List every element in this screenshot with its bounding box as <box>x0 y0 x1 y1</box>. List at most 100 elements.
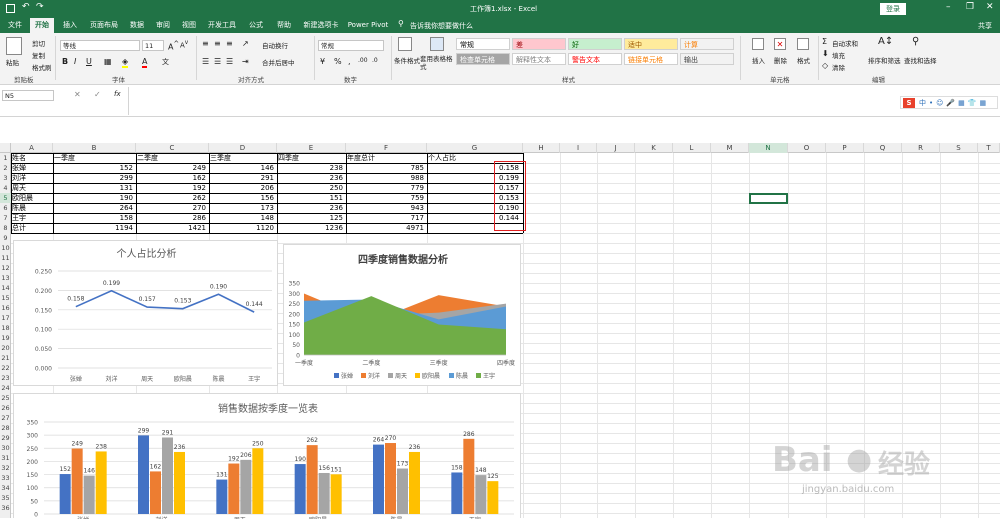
autosum-icon[interactable]: Σ <box>822 37 827 46</box>
column-header-J[interactable]: J <box>597 143 635 153</box>
percent-icon[interactable]: % <box>334 57 342 66</box>
share-button[interactable]: 共享 <box>978 21 992 31</box>
column-header-P[interactable]: P <box>826 143 864 153</box>
autosum-button[interactable]: 自动求和 <box>832 38 858 48</box>
column-header-S[interactable]: S <box>940 143 978 153</box>
increase-decimal-icon[interactable]: .00 <box>358 57 368 64</box>
row-header-9[interactable]: 9 <box>0 233 11 243</box>
column-header-K[interactable]: K <box>635 143 673 153</box>
header-cell[interactable]: 三季度 <box>210 153 276 163</box>
table-cell[interactable]: 236 <box>278 173 345 183</box>
column-header-A[interactable]: A <box>11 143 53 153</box>
row-header-23[interactable]: 23 <box>0 373 11 383</box>
cell-style-8[interactable]: 链接单元格 <box>624 53 678 65</box>
restore-icon[interactable]: ❐ <box>966 2 974 12</box>
align-top-icon[interactable]: ≡ <box>202 39 209 48</box>
row-header-2[interactable]: 2 <box>0 163 11 173</box>
copy-button[interactable]: 复制 <box>32 50 45 60</box>
table-cell[interactable]: 988 <box>347 173 426 183</box>
table-cell[interactable]: 4971 <box>347 223 426 233</box>
column-header-R[interactable]: R <box>902 143 940 153</box>
ime-icons[interactable]: 中•☺🎤▦👕▦ <box>919 98 989 108</box>
table-cell[interactable]: 236 <box>278 203 345 213</box>
row-header-7[interactable]: 7 <box>0 213 11 223</box>
table-cell[interactable]: 943 <box>347 203 426 213</box>
cell-style-2[interactable]: 好 <box>568 38 622 50</box>
name-box[interactable]: N5 <box>2 90 54 101</box>
row-header-12[interactable]: 12 <box>0 263 11 273</box>
table-cell[interactable]: 264 <box>54 203 135 213</box>
cell-style-4[interactable]: 计算 <box>680 38 734 50</box>
selected-cell-n5[interactable] <box>749 193 788 204</box>
cell-style-7[interactable]: 警告文本 <box>568 53 622 65</box>
row-header-18[interactable]: 18 <box>0 323 11 333</box>
cell-style-9[interactable]: 输出 <box>680 53 734 65</box>
row-header-21[interactable]: 21 <box>0 353 11 363</box>
format-cells-button[interactable]: 格式 <box>797 55 810 65</box>
table-cell[interactable]: 1236 <box>278 223 345 233</box>
paste-icon[interactable] <box>6 37 22 55</box>
column-header-B[interactable]: B <box>53 143 136 153</box>
table-cell[interactable]: 148 <box>210 213 276 223</box>
column-header-F[interactable]: F <box>346 143 427 153</box>
table-cell[interactable]: 156 <box>210 193 276 203</box>
italic-icon[interactable]: I <box>74 57 76 66</box>
table-cell[interactable]: 286 <box>137 213 208 223</box>
column-header-M[interactable]: M <box>711 143 749 153</box>
table-cell[interactable]: 250 <box>278 183 345 193</box>
undo-icon[interactable]: ↶ <box>22 2 30 12</box>
conditional-format-icon[interactable] <box>398 37 412 51</box>
column-header-Q[interactable]: Q <box>864 143 902 153</box>
paste-button[interactable]: 粘贴 <box>6 57 19 67</box>
table-cell[interactable]: 1120 <box>210 223 276 233</box>
tab-1[interactable]: 开始 <box>30 18 54 33</box>
table-cell[interactable]: 299 <box>54 173 135 183</box>
find-select-icon[interactable]: ⚲ <box>912 36 919 47</box>
tab-2[interactable]: 插入 <box>58 18 82 33</box>
table-cell[interactable]: 192 <box>137 183 208 193</box>
bar-chart-card[interactable]: 销售数据按季度一览表 0 50 100 150 200 250 300 350 152 249 14… <box>13 393 521 519</box>
sort-filter-icon[interactable]: A↕ <box>878 36 893 47</box>
format-cells-icon[interactable] <box>797 38 809 50</box>
table-cell[interactable]: 周天 <box>12 183 52 193</box>
underline-icon[interactable]: U <box>86 57 92 66</box>
table-cell[interactable]: 717 <box>347 213 426 223</box>
row-header-17[interactable]: 17 <box>0 313 11 323</box>
tab-9[interactable]: 帮助 <box>272 18 296 33</box>
clear-icon[interactable]: ◇ <box>822 61 828 70</box>
table-cell[interactable]: 291 <box>210 173 276 183</box>
cell-style-0[interactable]: 常规 <box>456 38 510 50</box>
merge-center-button[interactable]: 合并后居中 <box>262 57 295 67</box>
cell-style-3[interactable]: 适中 <box>624 38 678 50</box>
row-header-28[interactable]: 28 <box>0 423 11 433</box>
font-size-select[interactable]: 11 <box>142 40 164 51</box>
font-name-select[interactable]: 等线 <box>60 40 140 51</box>
tab-11[interactable]: Power Pivot <box>346 18 390 33</box>
fill-button[interactable]: 填充 <box>832 50 845 60</box>
row-header-32[interactable]: 32 <box>0 463 11 473</box>
row-header-10[interactable]: 10 <box>0 243 11 253</box>
align-left-icon[interactable]: ☰ <box>202 57 209 66</box>
column-header-N[interactable]: N <box>749 143 788 153</box>
select-all-corner[interactable] <box>0 143 11 153</box>
table-cell[interactable]: 146 <box>210 163 276 173</box>
row-header-1[interactable]: 1 <box>0 153 11 163</box>
table-cell[interactable]: 785 <box>347 163 426 173</box>
column-header-E[interactable]: E <box>277 143 346 153</box>
cell-style-5[interactable]: 检查单元格 <box>456 53 510 65</box>
close-icon[interactable]: ✕ <box>986 2 994 12</box>
cell-style-6[interactable]: 解释性文本 <box>512 53 566 65</box>
fill-icon[interactable]: ⬇ <box>822 49 829 58</box>
shrink-font-icon[interactable]: Av <box>180 40 188 49</box>
phonetic-icon[interactable]: 文 <box>162 57 169 67</box>
redo-icon[interactable]: ↷ <box>36 2 44 12</box>
table-cell[interactable]: 131 <box>54 183 135 193</box>
fill-color-icon[interactable]: ◈ <box>122 57 129 68</box>
table-cell[interactable]: 759 <box>347 193 426 203</box>
row-header-11[interactable]: 11 <box>0 253 11 263</box>
table-cell[interactable]: 262 <box>137 193 208 203</box>
format-painter-button[interactable]: 格式刷 <box>32 62 52 72</box>
header-cell[interactable]: 一季度 <box>54 153 135 163</box>
insert-cells-button[interactable]: 插入 <box>752 55 765 65</box>
tab-7[interactable]: 开发工具 <box>204 18 240 33</box>
